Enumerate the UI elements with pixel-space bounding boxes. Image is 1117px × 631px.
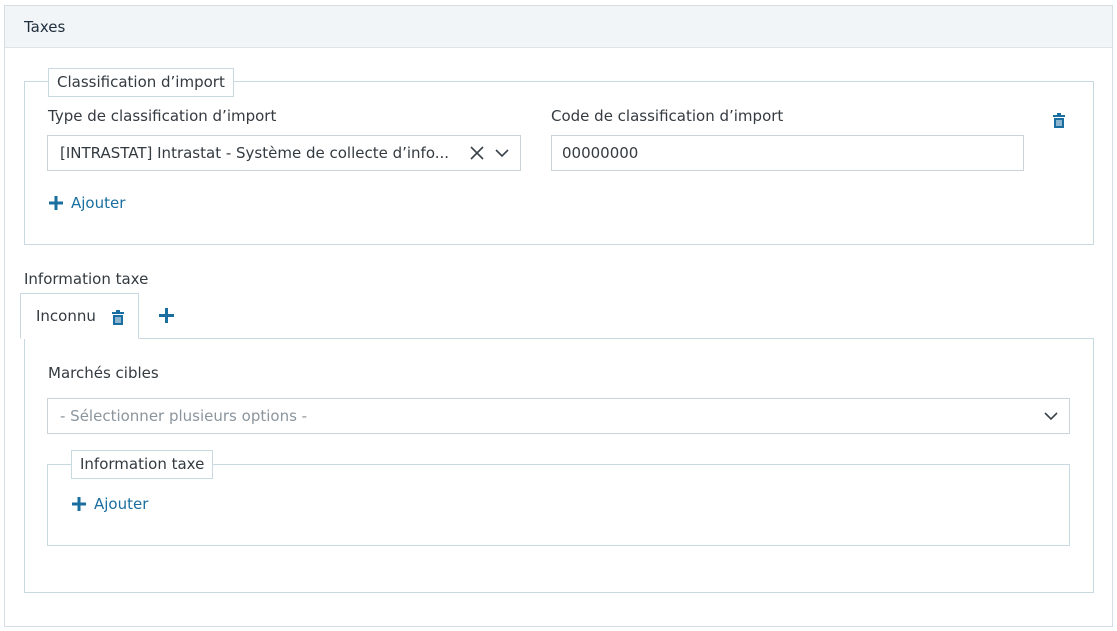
tab-inconnu[interactable]: Inconnu: [20, 293, 139, 339]
plus-icon: [72, 497, 86, 511]
trash-icon[interactable]: [1052, 113, 1066, 133]
import-type-select[interactable]: [INTRASTAT] Intrastat - Système de colle…: [47, 135, 521, 171]
target-markets-placeholder: - Sélectionner plusieurs options -: [60, 407, 308, 425]
clear-x-icon[interactable]: [469, 145, 485, 165]
import-type-label: Type de classification d’import: [48, 107, 277, 125]
plus-icon: [49, 196, 63, 210]
add-import-classification-label: Ajouter: [71, 194, 126, 212]
target-markets-label: Marchés cibles: [48, 364, 159, 382]
add-tax-info-label: Ajouter: [94, 495, 149, 513]
tax-info-inner-legend: Information taxe: [71, 450, 214, 479]
panel-title: Taxes: [24, 18, 66, 36]
add-tab-plus-icon[interactable]: [159, 308, 174, 327]
add-import-classification-button[interactable]: Ajouter: [49, 194, 125, 212]
chevron-down-icon[interactable]: [494, 146, 510, 164]
panel-bottom-border: [4, 626, 1113, 627]
tax-info-section-label: Information taxe: [24, 270, 149, 288]
add-tax-info-button[interactable]: Ajouter: [72, 495, 148, 513]
import-type-value: [INTRASTAT] Intrastat - Système de colle…: [60, 144, 450, 162]
target-markets-select[interactable]: - Sélectionner plusieurs options -: [47, 398, 1070, 434]
panel-header: Taxes: [5, 6, 1112, 48]
import-code-field[interactable]: [552, 136, 1023, 170]
trash-icon[interactable]: [111, 310, 125, 330]
import-code-label: Code de classification d’import: [551, 107, 784, 125]
tab-inconnu-label: Inconnu: [36, 307, 96, 325]
import-code-input[interactable]: [551, 135, 1024, 171]
chevron-down-icon[interactable]: [1043, 409, 1059, 427]
import-classification-legend: Classification d’import: [48, 68, 234, 97]
